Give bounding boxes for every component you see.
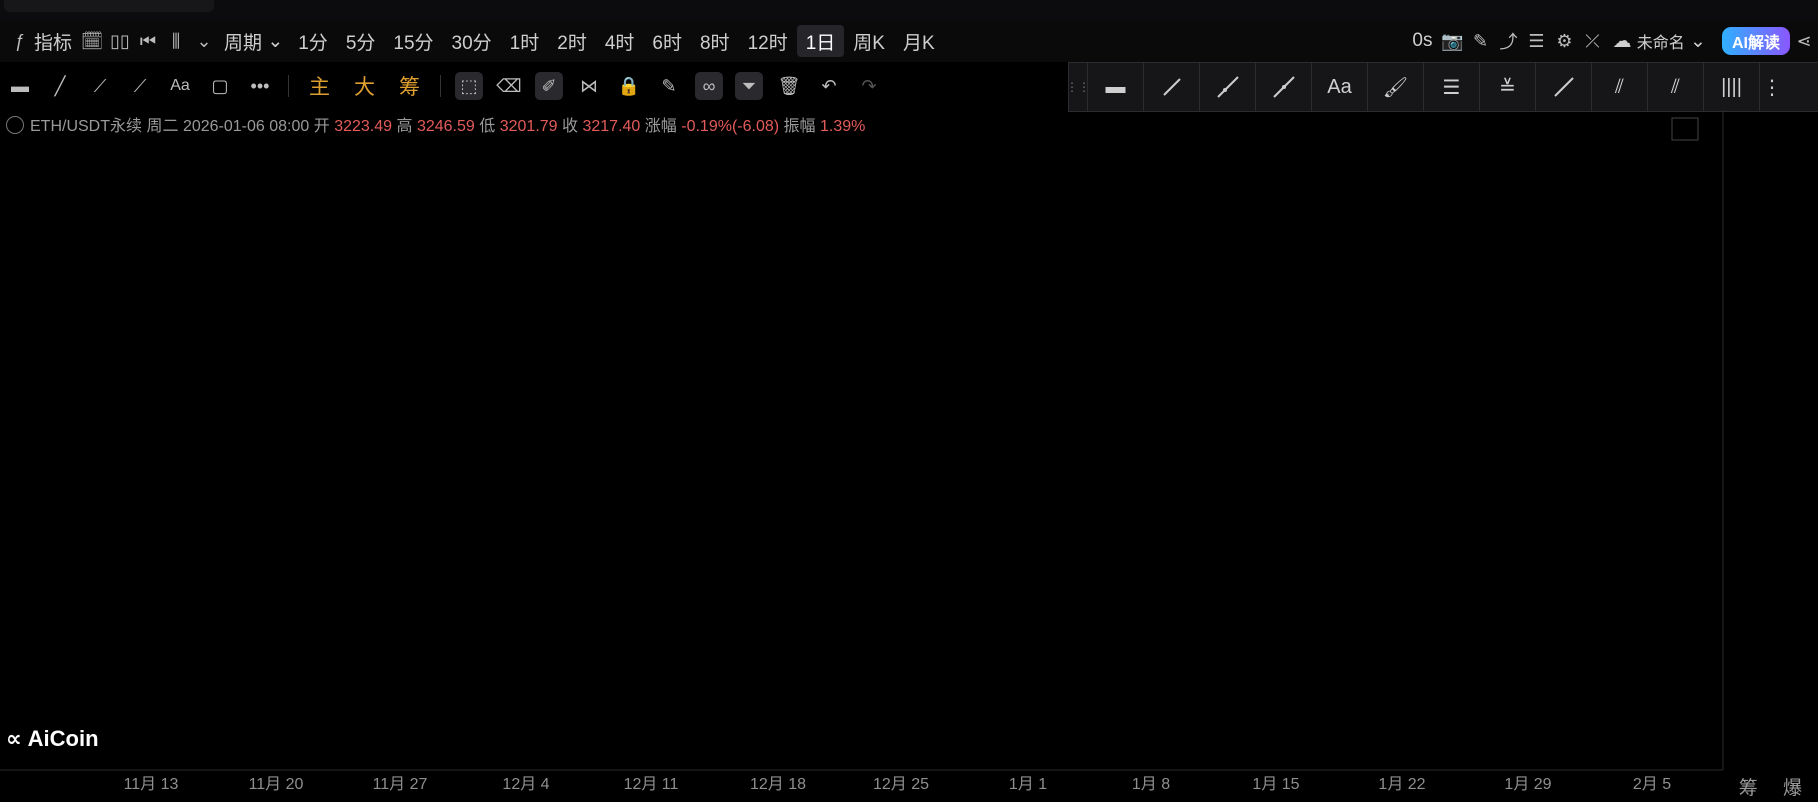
date-tick-label: 1月 22: [1378, 776, 1425, 793]
date-tick-label: 2月 5: [1633, 776, 1671, 793]
brand-name: AiCoin: [27, 726, 99, 751]
date-tick-label: 1月 1: [1009, 776, 1047, 793]
date-tick-label: 1月 15: [1252, 776, 1299, 793]
date-tick-label: 11月 27: [373, 776, 428, 793]
candlestick-chart[interactable]: 3255.79← 3657.00← 2621.19 3700.003600.00…: [0, 0, 1818, 802]
date-tick-label: 11月 13: [124, 776, 179, 793]
corner-labels: 筹 爆: [1738, 778, 1812, 799]
brand-logo: ∝ AiCoin: [6, 726, 99, 752]
axes: 3700.003600.003500.003400.003300.003200.…: [0, 110, 1724, 793]
date-tick-label: 12月 11: [624, 776, 679, 793]
date-tick-label: 11月 20: [249, 776, 304, 793]
date-tick-label: 12月 4: [502, 776, 549, 793]
date-tick-label: 12月 18: [750, 776, 806, 793]
date-tick-label: 1月 8: [1132, 776, 1170, 793]
aicoin-logo-icon: ∝: [6, 726, 22, 751]
collapse-icon[interactable]: [1671, 117, 1699, 141]
date-tick-label: 12月 25: [873, 776, 929, 793]
date-tick-label: 1月 29: [1504, 776, 1551, 793]
